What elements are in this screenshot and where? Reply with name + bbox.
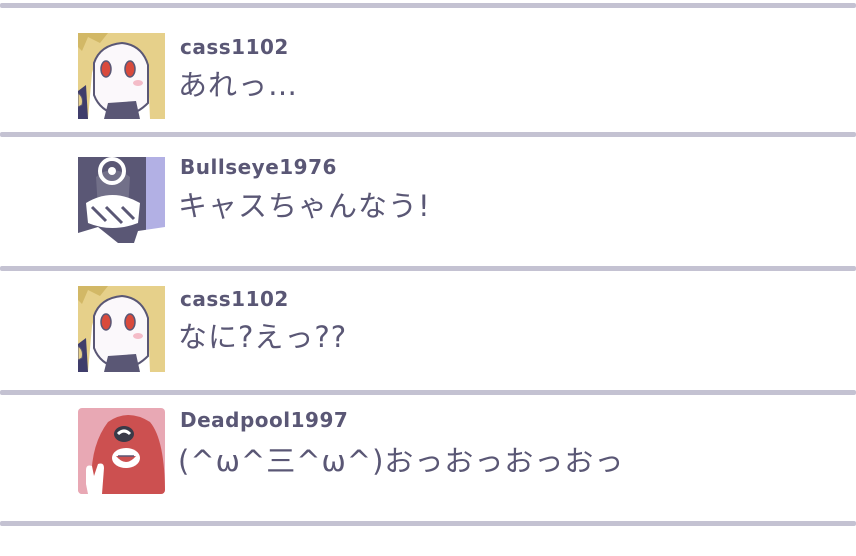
post-username[interactable]: Bullseye1976 <box>180 155 337 179</box>
post-username[interactable]: cass1102 <box>180 287 289 311</box>
divider <box>0 521 856 526</box>
post-item[interactable]: Bullseye1976 キャスちゃんなう! <box>0 137 856 257</box>
chat-feed: cass1102 あれっ… Bullseye1976 キャスちゃんなう! cas… <box>0 0 856 556</box>
post-message: なに?えっ?? <box>178 320 348 354</box>
post-item[interactable]: cass1102 なに?えっ?? <box>0 271 856 391</box>
post-username[interactable]: Deadpool1997 <box>180 408 348 432</box>
post-username[interactable]: cass1102 <box>180 35 289 59</box>
masked-man-avatar-icon[interactable] <box>78 157 165 243</box>
post-message: キャスちゃんなう! <box>178 189 431 223</box>
blonde-girl-avatar-icon[interactable] <box>78 286 165 372</box>
post-message: (^ω^三^ω^)おっおっおっおっ <box>178 444 625 478</box>
post-message: あれっ… <box>178 68 299 102</box>
red-mask-avatar-icon[interactable] <box>78 408 165 494</box>
blonde-girl-avatar-icon[interactable] <box>78 33 165 119</box>
post-item[interactable]: Deadpool1997 (^ω^三^ω^)おっおっおっおっ <box>0 395 856 515</box>
post-item[interactable]: cass1102 あれっ… <box>0 8 856 128</box>
